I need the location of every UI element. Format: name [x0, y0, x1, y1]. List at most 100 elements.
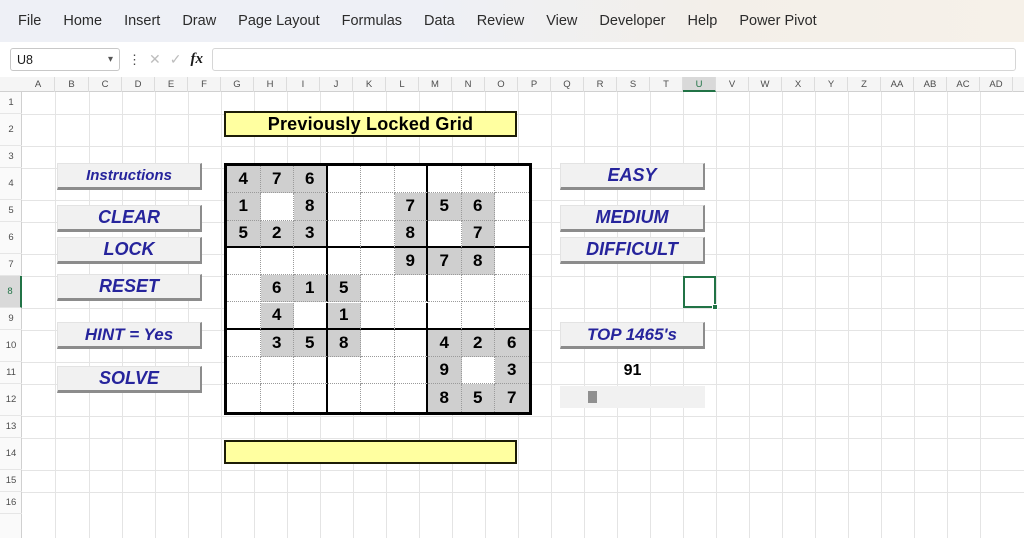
sudoku-cell[interactable]: 6 [260, 275, 294, 303]
row-header-7[interactable]: 7 [0, 254, 22, 276]
column-header-T[interactable]: T [650, 77, 683, 92]
column-header-K[interactable]: K [353, 77, 386, 92]
more-options-icon[interactable]: ⋮ [128, 53, 141, 66]
row-header-4[interactable]: 4 [0, 168, 22, 200]
column-header-H[interactable]: H [254, 77, 287, 92]
column-header-W[interactable]: W [749, 77, 782, 92]
ribbon-tab-data[interactable]: Data [413, 0, 466, 42]
sudoku-cell[interactable]: 7 [428, 247, 462, 276]
macro-button-easy[interactable]: EASY [560, 163, 705, 190]
sudoku-cell[interactable]: 5 [428, 193, 462, 221]
sudoku-cell[interactable]: 1 [327, 302, 361, 330]
ribbon-tab-draw[interactable]: Draw [171, 0, 227, 42]
formula-input[interactable] [211, 48, 1016, 71]
sudoku-cell[interactable] [394, 357, 428, 385]
row-header-9[interactable]: 9 [0, 308, 22, 330]
macro-button-solve[interactable]: SOLVE [57, 366, 202, 393]
ribbon-tab-insert[interactable]: Insert [113, 0, 171, 42]
sudoku-cell[interactable]: 8 [428, 384, 462, 412]
sudoku-cell[interactable]: 7 [461, 220, 495, 248]
ribbon-tab-view[interactable]: View [535, 0, 588, 42]
ribbon-tab-file[interactable]: File [0, 0, 52, 42]
row-header-10[interactable]: 10 [0, 330, 22, 362]
sudoku-cell[interactable]: 3 [495, 357, 529, 385]
row-header-13[interactable]: 13 [0, 416, 22, 438]
sudoku-cell[interactable] [227, 302, 261, 330]
sudoku-cell[interactable] [327, 247, 361, 276]
column-header-G[interactable]: G [221, 77, 254, 92]
sudoku-cell[interactable] [294, 357, 328, 385]
sudoku-cell[interactable] [327, 193, 361, 221]
column-header-AD[interactable]: AD [980, 77, 1013, 92]
row-header-6[interactable]: 6 [0, 222, 22, 254]
sudoku-cell[interactable] [361, 302, 395, 330]
sudoku-cell[interactable]: 4 [260, 302, 294, 330]
sudoku-cell[interactable]: 4 [227, 166, 261, 194]
sudoku-cell[interactable] [294, 384, 328, 412]
row-header-1[interactable]: 1 [0, 92, 22, 114]
ribbon-tab-formulas[interactable]: Formulas [331, 0, 413, 42]
sudoku-cell[interactable] [394, 302, 428, 330]
sudoku-cell[interactable] [428, 220, 462, 248]
sudoku-cell[interactable]: 9 [394, 247, 428, 276]
sudoku-cell[interactable] [461, 302, 495, 330]
sudoku-cell[interactable] [227, 357, 261, 385]
sudoku-cell[interactable] [328, 384, 361, 412]
macro-button-top-1465-s[interactable]: TOP 1465's [560, 322, 705, 349]
sudoku-cell[interactable]: 4 [428, 329, 462, 358]
sudoku-cell[interactable] [495, 166, 529, 194]
sudoku-cell[interactable] [361, 220, 395, 248]
ribbon-tab-home[interactable]: Home [52, 0, 113, 42]
sudoku-cell[interactable]: 2 [461, 329, 495, 358]
column-header-S[interactable]: S [617, 77, 650, 92]
sudoku-cell[interactable]: 7 [495, 384, 529, 412]
sudoku-cell[interactable] [495, 248, 529, 276]
column-header-AC[interactable]: AC [947, 77, 980, 92]
sudoku-cell[interactable]: 5 [461, 384, 495, 412]
sudoku-cell[interactable]: 6 [461, 193, 495, 221]
column-header-I[interactable]: I [287, 77, 320, 92]
sudoku-cell[interactable] [495, 221, 529, 248]
selected-cell-U8[interactable] [683, 276, 718, 310]
column-header-V[interactable]: V [716, 77, 749, 92]
column-header-B[interactable]: B [55, 77, 89, 92]
sudoku-cell[interactable] [394, 329, 428, 358]
sudoku-cell[interactable] [428, 166, 462, 194]
sudoku-cell[interactable] [461, 166, 495, 194]
column-header-E[interactable]: E [155, 77, 188, 92]
sudoku-cell[interactable]: 2 [260, 220, 294, 248]
column-header-O[interactable]: O [485, 77, 518, 92]
sudoku-cell[interactable]: 7 [394, 193, 428, 221]
confirm-icon[interactable]: ✓ [170, 51, 182, 68]
sudoku-cell[interactable]: 5 [227, 220, 261, 248]
row-header-8[interactable]: 8 [0, 276, 22, 308]
sudoku-cell[interactable]: 3 [260, 329, 294, 358]
sudoku-cell[interactable] [227, 275, 261, 303]
sudoku-cell[interactable] [327, 166, 361, 194]
sudoku-grid[interactable]: 47618756523879786154135842693857 [224, 163, 532, 415]
sudoku-cell[interactable] [495, 275, 529, 303]
sudoku-cell[interactable]: 5 [327, 275, 361, 303]
sudoku-cell[interactable] [361, 384, 395, 412]
sudoku-cell[interactable]: 8 [327, 329, 361, 358]
sudoku-cell[interactable] [361, 357, 395, 385]
sudoku-cell[interactable]: 1 [294, 275, 328, 303]
sudoku-cell[interactable]: 1 [227, 193, 261, 221]
sudoku-cell[interactable]: 8 [294, 193, 328, 221]
column-header-L[interactable]: L [386, 77, 419, 92]
macro-button-reset[interactable]: RESET [57, 274, 202, 301]
macro-button-medium[interactable]: MEDIUM [560, 205, 705, 232]
sudoku-cell[interactable] [394, 166, 428, 194]
sudoku-cell[interactable]: 5 [294, 329, 328, 358]
row-header-3[interactable]: 3 [0, 146, 22, 168]
sudoku-cell[interactable] [428, 302, 462, 330]
sudoku-cell[interactable]: 6 [294, 166, 328, 194]
sudoku-cell[interactable]: 6 [495, 329, 529, 358]
column-header-Y[interactable]: Y [815, 77, 848, 92]
sudoku-cell[interactable] [260, 247, 294, 276]
row-header-15[interactable]: 15 [0, 470, 22, 492]
sudoku-cell[interactable] [394, 275, 428, 303]
chevron-down-icon[interactable]: ▾ [108, 54, 113, 65]
sudoku-cell[interactable]: 8 [461, 247, 495, 276]
row-header-2[interactable]: 2 [0, 114, 22, 146]
